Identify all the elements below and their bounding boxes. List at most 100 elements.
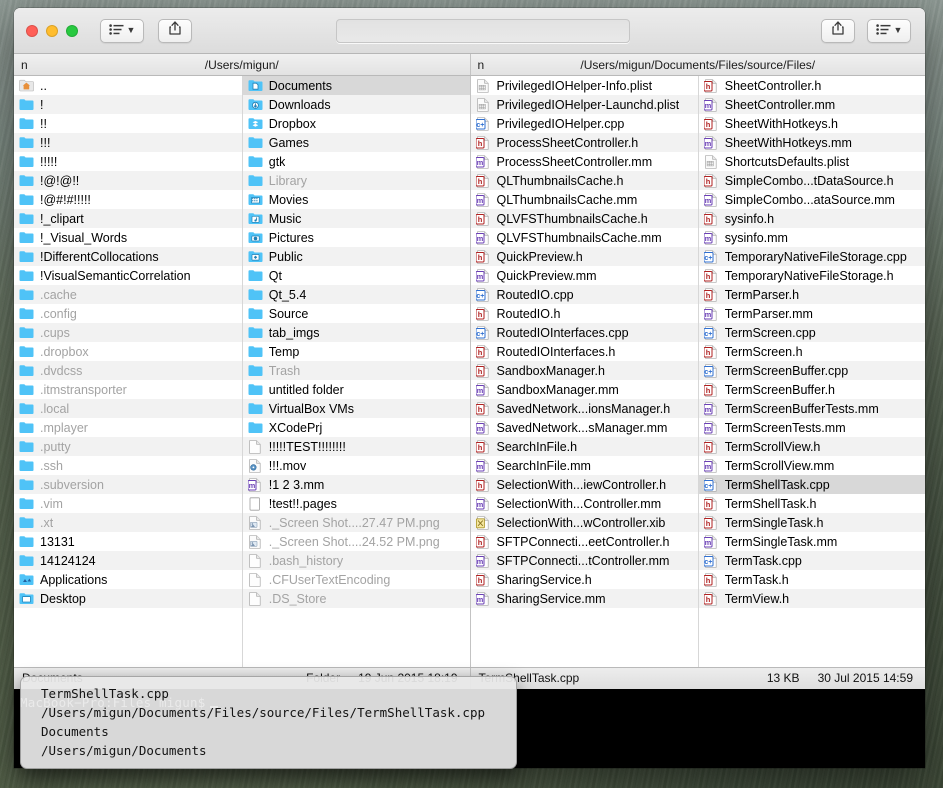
file-row[interactable]: h TermScreen.h	[699, 342, 925, 361]
file-row[interactable]: Public	[242, 247, 470, 266]
column-header-name[interactable]: n	[21, 58, 28, 72]
file-row[interactable]: Qt	[243, 266, 470, 285]
file-row[interactable]: h SharingService.h	[471, 570, 698, 589]
file-row[interactable]: ._Screen Shot....24.52 PM.png	[243, 532, 470, 551]
file-row[interactable]: XCodePrj	[243, 418, 470, 437]
file-row[interactable]: .dropbox	[14, 342, 242, 361]
file-row[interactable]: !test!!.pages	[243, 494, 470, 513]
file-row[interactable]: m QLVFSThumbnailsCache.mm	[471, 228, 698, 247]
file-row[interactable]: m QLThumbnailsCache.mm	[471, 190, 698, 209]
file-row[interactable]: .config	[14, 304, 242, 323]
file-row[interactable]: h QLThumbnailsCache.h	[470, 171, 698, 190]
file-row[interactable]: .ssh	[14, 456, 242, 475]
file-row[interactable]: .local	[14, 399, 242, 418]
file-row[interactable]: Music	[242, 209, 470, 228]
file-row[interactable]: .xt	[14, 513, 242, 532]
file-row[interactable]: .dvdcss	[14, 361, 242, 380]
file-column-3[interactable]: h SheetController.h m SheetController.mm h Sh…	[697, 76, 925, 667]
view-mode-button[interactable]: ▼	[100, 18, 144, 43]
file-row[interactable]: c+ RoutedIOInterfaces.cpp	[470, 323, 698, 342]
file-row[interactable]: !_Visual_Words	[14, 228, 242, 247]
view-mode-button-right[interactable]: ▼	[867, 18, 911, 43]
file-row[interactable]: h SimpleCombo...tDataSource.h	[698, 171, 925, 190]
file-row[interactable]: h TermView.h	[698, 589, 925, 608]
file-row[interactable]: .cache	[14, 285, 242, 304]
file-row[interactable]: h TermScreenBuffer.h	[699, 380, 925, 399]
pane-header-right[interactable]: n /Users/migun/Documents/Files/source/Fi…	[469, 54, 926, 75]
file-row[interactable]: ..	[14, 76, 242, 95]
file-row[interactable]: h TermTask.h	[699, 570, 925, 589]
file-row[interactable]: m QuickPreview.mm	[471, 266, 698, 285]
file-row[interactable]: .cups	[14, 323, 242, 342]
file-row[interactable]: m TermScreenBufferTests.mm	[698, 399, 925, 418]
file-row[interactable]: !_clipart	[14, 209, 242, 228]
file-row[interactable]: untitled folder	[243, 380, 470, 399]
file-row[interactable]: 14124124	[14, 551, 242, 570]
file-row[interactable]: Applications	[14, 570, 242, 589]
file-row[interactable]: !@!@!!	[14, 171, 242, 190]
file-row[interactable]: PrivilegedIOHelper-Launchd.plist	[470, 95, 698, 114]
file-column-2[interactable]: PrivilegedIOHelper-Info.plist PrivilegedI…	[470, 76, 698, 667]
file-row[interactable]: m SimpleCombo...ataSource.mm	[699, 190, 925, 209]
minimize-window-button[interactable]	[46, 24, 58, 37]
file-row[interactable]: gtk	[243, 152, 470, 171]
file-row[interactable]: m SheetController.mm	[698, 95, 925, 114]
file-row[interactable]: c+ RoutedIO.cpp	[470, 285, 698, 304]
file-row[interactable]: Temp	[243, 342, 470, 361]
file-row[interactable]: !@#!#!!!!!	[14, 190, 242, 209]
file-row[interactable]: Pictures	[243, 228, 470, 247]
file-row[interactable]: m ProcessSheetController.mm	[471, 152, 698, 171]
maximize-window-button[interactable]	[66, 24, 78, 37]
file-row[interactable]: h TermParser.h	[698, 285, 925, 304]
file-row[interactable]: Movies	[243, 190, 470, 209]
file-row[interactable]: Documents	[242, 76, 470, 95]
file-column-0[interactable]: ..!!!!!!!!!!! !@!@!! !@#!#!!!!! !_clipart !_…	[14, 76, 242, 667]
file-row[interactable]: m TermSingleTask.mm	[699, 532, 925, 551]
file-row[interactable]: VirtualBox VMs	[242, 399, 470, 418]
file-row[interactable]: m SandboxManager.mm	[471, 380, 698, 399]
file-row[interactable]: m !1 2 3.mm	[242, 475, 470, 494]
file-row[interactable]: Library	[242, 171, 470, 190]
file-column-1[interactable]: Documents Downloads Dropbox Games gtk Library…	[241, 76, 470, 667]
file-row[interactable]: c+ TermShellTask.cpp	[698, 475, 925, 494]
file-row[interactable]: h TermScrollView.h	[698, 437, 925, 456]
file-row[interactable]: m SearchInFile.mm	[471, 456, 698, 475]
file-row[interactable]: .DS_Store	[242, 589, 470, 608]
file-row[interactable]: h SheetController.h	[699, 76, 925, 95]
file-row[interactable]: !VisualSemanticCorrelation	[14, 266, 242, 285]
file-row[interactable]: m SheetWithHotkeys.mm	[698, 133, 925, 152]
file-row[interactable]: Source	[243, 304, 470, 323]
file-row[interactable]: .putty	[14, 437, 242, 456]
window-title-field[interactable]	[336, 19, 630, 43]
file-row[interactable]: m SelectionWith...Controller.mm	[471, 494, 698, 513]
file-row[interactable]: h SFTPConnecti...eetController.h	[471, 532, 698, 551]
share-button-right[interactable]	[821, 18, 855, 43]
file-row[interactable]: .subversion	[14, 475, 242, 494]
pane-header-left[interactable]: n /Users/migun/	[14, 54, 470, 75]
file-row[interactable]: c+ TermScreen.cpp	[698, 323, 925, 342]
file-row[interactable]: h SandboxManager.h	[470, 361, 698, 380]
file-row[interactable]: Dropbox	[243, 114, 470, 133]
file-row[interactable]: ._Screen Shot....27.47 PM.png	[242, 513, 470, 532]
file-row[interactable]: m TermParser.mm	[699, 304, 925, 323]
file-row[interactable]: c+ PrivilegedIOHelper.cpp	[471, 114, 698, 133]
file-row[interactable]: .itmstransporter	[14, 380, 242, 399]
file-row[interactable]: m SharingService.mm	[470, 589, 698, 608]
file-row[interactable]: 13131	[14, 532, 242, 551]
file-row[interactable]: !!!!!TEST!!!!!!!!	[242, 437, 470, 456]
file-row[interactable]: .bash_history	[242, 551, 470, 570]
file-row[interactable]: m SFTPConnecti...tController.mm	[470, 551, 698, 570]
file-row[interactable]: m sysinfo.mm	[699, 228, 925, 247]
file-row[interactable]: c+ TermScreenBuffer.cpp	[698, 361, 925, 380]
file-row[interactable]: !!!	[14, 133, 242, 152]
file-row[interactable]: h TemporaryNativeFileStorage.h	[699, 266, 925, 285]
file-row[interactable]: Trash	[242, 361, 470, 380]
file-row[interactable]: Games	[242, 133, 470, 152]
file-row[interactable]: Qt_5.4	[242, 285, 470, 304]
file-row[interactable]: h QLVFSThumbnailsCache.h	[470, 209, 698, 228]
file-row[interactable]: .CFUserTextEncoding	[243, 570, 470, 589]
file-row[interactable]: .mplayer	[14, 418, 242, 437]
close-window-button[interactable]	[26, 24, 38, 37]
file-row[interactable]: h sysinfo.h	[698, 209, 925, 228]
column-header-name[interactable]: n	[478, 58, 485, 72]
